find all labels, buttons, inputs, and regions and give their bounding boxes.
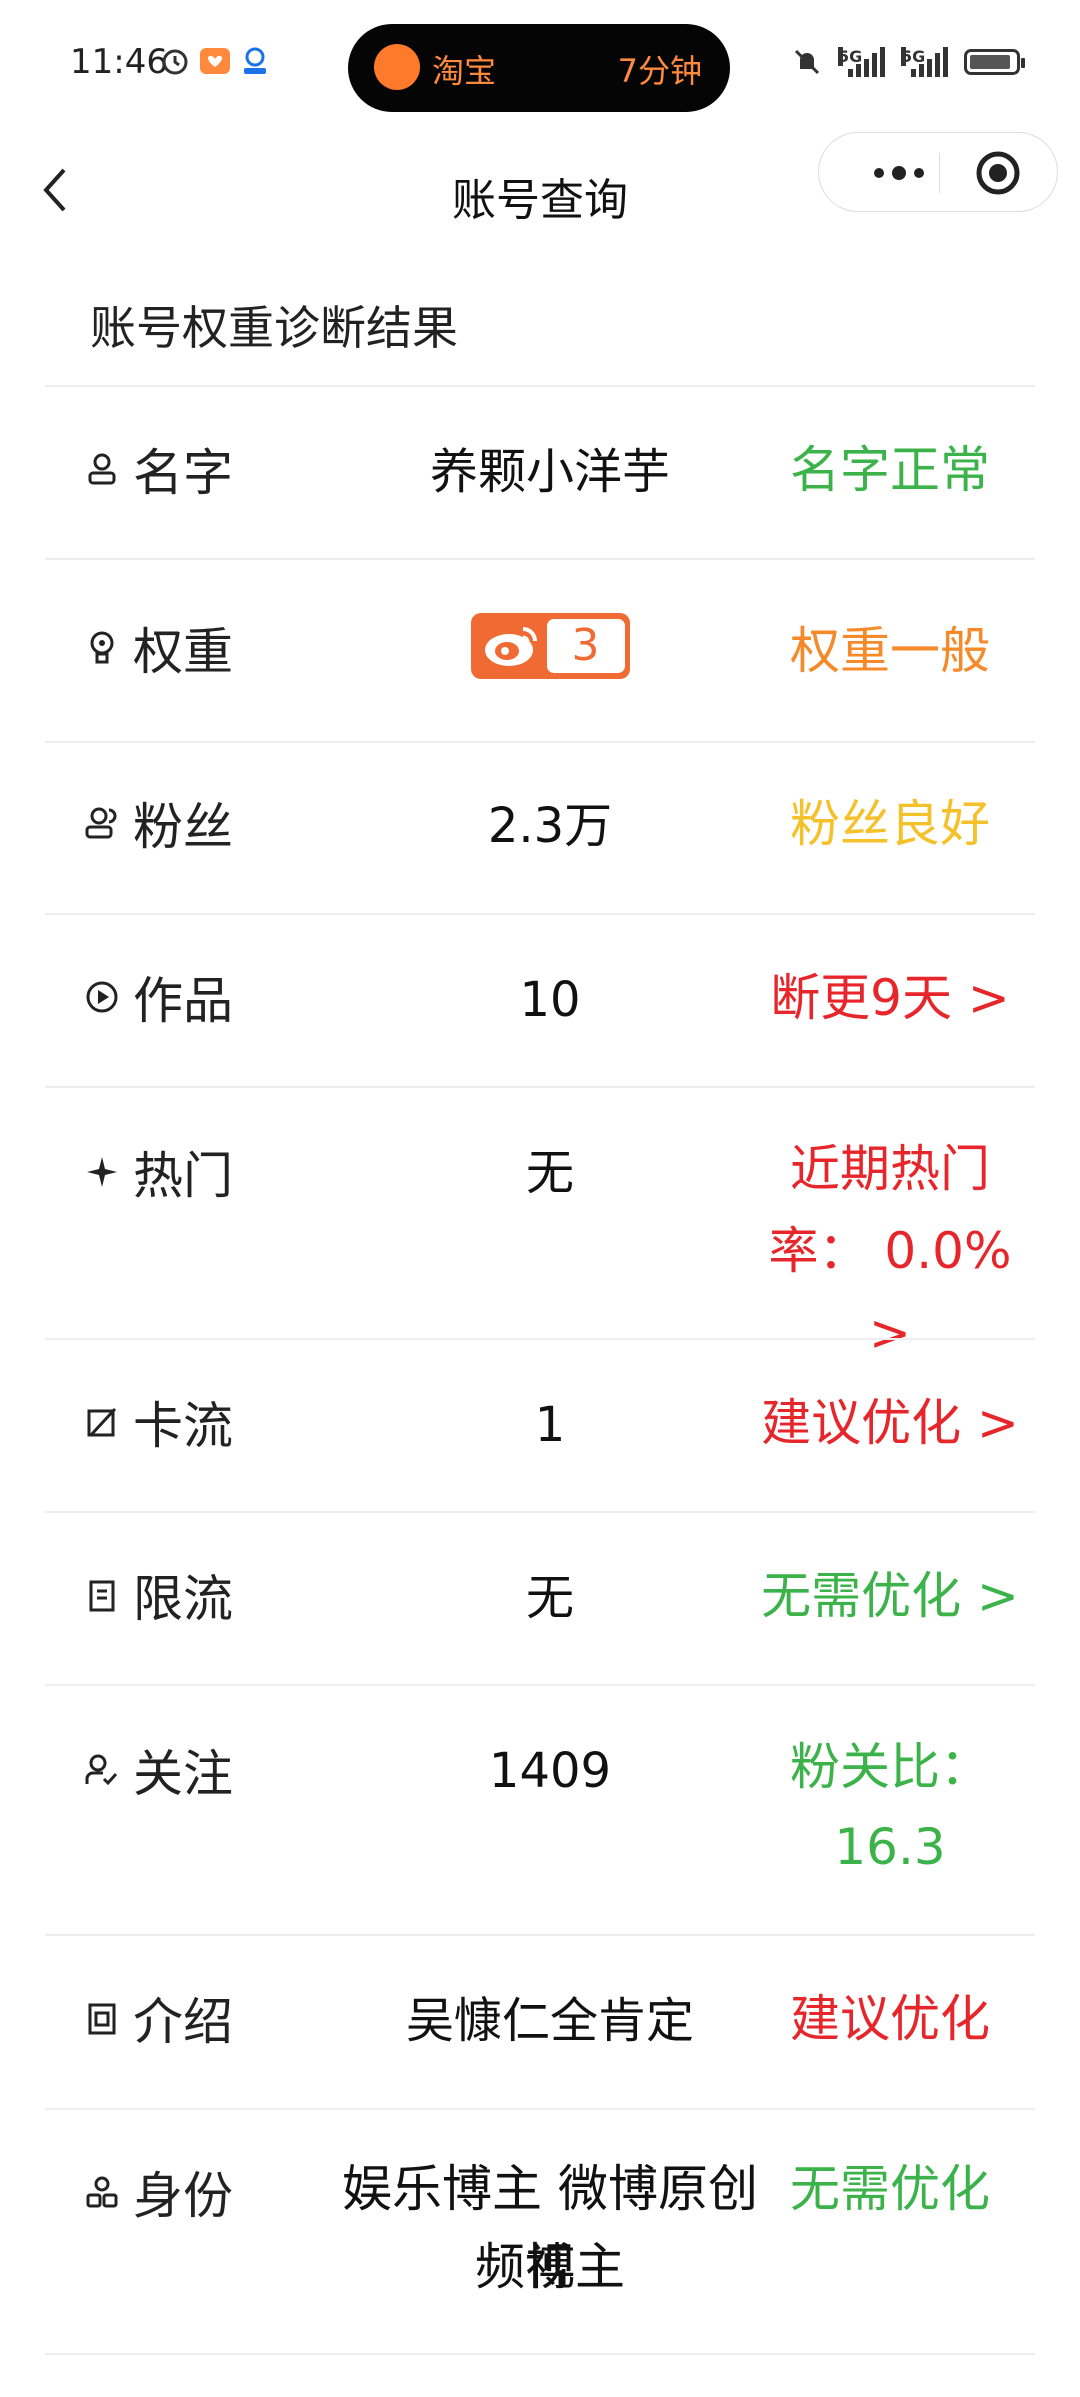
- row-name: 名字 养颗小洋芋 名字正常: [45, 385, 1035, 558]
- row-limit-label-group: 限流: [83, 1559, 233, 1631]
- row-fans-value: 2.3万: [487, 798, 613, 854]
- row-fans-label-group: 粉丝: [83, 787, 233, 859]
- lightbulb-icon: [83, 629, 121, 667]
- row-hot-label-group: 热门: [83, 1136, 233, 1208]
- edit-slash-icon: [83, 1403, 121, 1441]
- row-follow-label-group: 关注: [83, 1734, 233, 1806]
- row-works-status-link[interactable]: 断更9天 >: [755, 957, 1025, 1039]
- signal-1-icon: 5G: [838, 47, 885, 77]
- row-limit-value: 无: [525, 1570, 574, 1626]
- row-stuck-status-link[interactable]: 建议优化 >: [755, 1382, 1025, 1464]
- row-intro: 介绍 吴慷仁全肯定 建议优化: [45, 1934, 1035, 2108]
- row-fans: 粉丝 2.3万 粉丝良好: [45, 741, 1035, 913]
- star-icon: [83, 1153, 121, 1191]
- row-stuck[interactable]: 卡流 1 建议优化 >: [45, 1338, 1035, 1511]
- row-works-label-group: 作品: [83, 961, 233, 1033]
- fans-icon: [83, 804, 121, 842]
- network-type-1: 5G: [838, 47, 863, 66]
- row-identity-label-group: 身份: [83, 2156, 233, 2228]
- row-follow: 关注 1409 粉关比： 16.3: [45, 1684, 1035, 1934]
- row-follow-status-line2: 16.3: [834, 1818, 946, 1876]
- row-intro-status: 建议优化: [790, 1990, 990, 2048]
- weibo-level-badge: 3: [470, 613, 630, 679]
- row-hot[interactable]: 热门 无 近期热门 率： 0.0% >: [45, 1086, 1035, 1362]
- row-hot-status-line1[interactable]: 近期热门: [755, 1128, 1025, 1210]
- row-follow-value: 1409: [488, 1743, 612, 1799]
- play-circle-icon: [83, 978, 121, 1016]
- row-weight: 权重 3 权重一般: [45, 558, 1035, 741]
- row-works[interactable]: 作品 10 断更9天 >: [45, 913, 1035, 1086]
- document-icon: [83, 1999, 121, 2037]
- row-hot-label: 热门: [133, 1147, 233, 1205]
- row-stuck-label: 卡流: [133, 1397, 233, 1455]
- row-name-value: 养颗小洋芋: [429, 444, 670, 500]
- row-intro-label: 介绍: [133, 1993, 233, 2051]
- nav-bar: 账号查询: [0, 130, 1080, 250]
- weibo-level-number: 3: [546, 619, 625, 673]
- status-time: 11:46: [70, 42, 168, 82]
- battery-icon: [964, 49, 1025, 75]
- row-identity-value-line2: 频博主: [475, 2238, 625, 2296]
- network-type-2: 5G: [901, 47, 926, 66]
- row-intro-value: 吴慷仁全肯定: [405, 1993, 694, 2049]
- app-notification-icon: [200, 48, 230, 74]
- row-fans-label: 粉丝: [133, 798, 233, 856]
- row-weight-label: 权重: [133, 623, 233, 681]
- island-app-name: 淘宝: [432, 52, 497, 90]
- row-intro-label-group: 介绍: [83, 1982, 233, 2054]
- row-follow-label: 关注: [133, 1745, 233, 1803]
- row-hot-value: 无: [525, 1145, 574, 1201]
- mute-icon: [794, 49, 820, 75]
- row-limit[interactable]: 限流 无 无需优化 >: [45, 1511, 1035, 1684]
- user-check-icon: [83, 1751, 121, 1789]
- clipboard-icon: [83, 1576, 121, 1614]
- row-identity: 身份 娱乐博主 微博原创视 频博主 无需优化: [45, 2108, 1035, 2360]
- row-fans-status: 粉丝良好: [790, 795, 990, 853]
- row-follow-status-line1: 粉关比：: [790, 1738, 990, 1796]
- signal-2-icon: 5G: [901, 47, 948, 77]
- island-duration: 7分钟: [617, 52, 702, 90]
- weibo-eye-icon: [484, 627, 537, 666]
- diagnosis-list: 名字 养颗小洋芋 名字正常 权重 3 权重一般 粉丝 2.3万 粉丝良好 作品 …: [45, 385, 1035, 2360]
- section-title: 账号权重诊断结果: [90, 301, 458, 355]
- taobao-logo-icon: [374, 44, 420, 90]
- row-name-label: 名字: [133, 444, 233, 502]
- row-identity-status: 无需优化: [790, 2160, 990, 2218]
- miniapp-capsule: [818, 132, 1058, 212]
- row-name-status: 名字正常: [790, 441, 990, 499]
- row-works-value: 10: [519, 972, 581, 1028]
- row-stuck-value: 1: [534, 1397, 566, 1453]
- row-stuck-label-group: 卡流: [83, 1386, 233, 1458]
- row-identity-label: 身份: [133, 2167, 233, 2225]
- identity-icon: [83, 2173, 121, 2211]
- row-weight-status: 权重一般: [790, 622, 990, 680]
- user-icon: [83, 450, 121, 488]
- dynamic-island[interactable]: 淘宝 7分钟: [348, 24, 730, 112]
- alarm-icon: [162, 49, 188, 75]
- more-icon[interactable]: [869, 161, 929, 185]
- row-works-label: 作品: [133, 972, 233, 1030]
- status-right-group: 5G 5G: [792, 44, 1025, 80]
- status-bar: 11:46 淘宝 7分钟 5G 5G: [0, 0, 1080, 130]
- row-weight-value: 3: [335, 598, 765, 688]
- row-limit-status-link[interactable]: 无需优化 >: [755, 1555, 1025, 1637]
- carrier-icon: [244, 47, 266, 74]
- close-miniapp-icon[interactable]: [974, 149, 1022, 197]
- row-name-label-group: 名字: [83, 433, 233, 505]
- row-limit-label: 限流: [133, 1570, 233, 1628]
- row-weight-label-group: 权重: [83, 612, 233, 684]
- list-divider: [45, 2353, 1035, 2355]
